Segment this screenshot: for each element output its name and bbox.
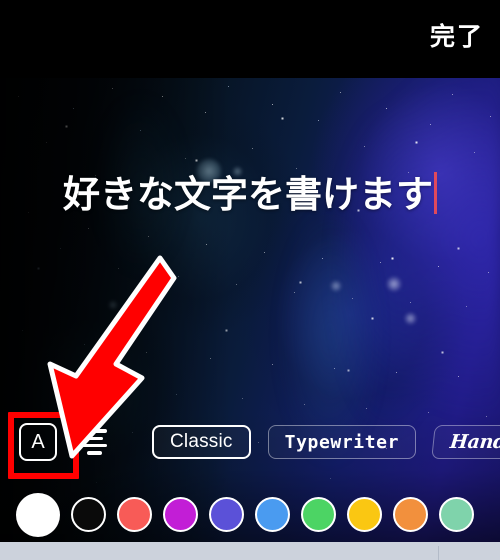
font-option-label: Handwrit xyxy=(448,431,500,453)
font-option-handwriting[interactable]: Handwrit xyxy=(431,425,500,459)
color-swatch-orange[interactable] xyxy=(393,497,428,532)
text-overlay-layer: 好きな文字を書けます xyxy=(0,172,500,216)
text-style-button[interactable]: A xyxy=(16,420,60,464)
text-toolbar: A Classic Typewriter Handwrit xyxy=(0,414,500,470)
bottom-edge-strip xyxy=(0,542,500,560)
done-button[interactable]: 完了 xyxy=(430,24,484,49)
font-option-label: Typewriter xyxy=(284,431,400,453)
bokeh-orb xyxy=(108,300,118,310)
text-align-button[interactable] xyxy=(74,420,114,464)
color-swatch-yellow[interactable] xyxy=(347,497,382,532)
bokeh-orb xyxy=(404,312,417,325)
color-swatch-green[interactable] xyxy=(301,497,336,532)
letter-a-icon: A xyxy=(19,423,57,461)
bokeh-orb xyxy=(330,280,342,292)
align-icon-line xyxy=(81,429,107,433)
color-swatch-black[interactable] xyxy=(71,497,106,532)
font-option-classic[interactable]: Classic xyxy=(152,425,251,459)
text-overlay-editor-screen: 好きな文字を書けます 完了 A Classic Typewriter Handw… xyxy=(0,0,500,560)
color-swatch-indigo[interactable] xyxy=(209,497,244,532)
color-swatch-mint[interactable] xyxy=(439,497,474,532)
color-swatch-white[interactable] xyxy=(16,492,60,537)
align-icon-line xyxy=(86,451,102,455)
font-option-label: Classic xyxy=(170,431,233,452)
overlay-text-value: 好きな文字を書けます xyxy=(63,173,433,216)
overlay-text-input[interactable]: 好きな文字を書けます xyxy=(63,172,437,216)
color-swatch-blue[interactable] xyxy=(255,497,290,532)
color-swatch-red[interactable] xyxy=(117,497,152,532)
bokeh-orb xyxy=(386,276,402,292)
letter-a-glyph: A xyxy=(31,431,45,453)
text-caret xyxy=(434,172,437,214)
align-icon-line xyxy=(81,444,107,448)
font-option-typewriter[interactable]: Typewriter xyxy=(267,425,417,459)
color-palette xyxy=(0,487,500,542)
align-icon-line xyxy=(85,436,103,440)
color-swatch-magenta[interactable] xyxy=(163,497,198,532)
bottom-edge-tick xyxy=(438,546,439,560)
top-status-bar: 完了 xyxy=(0,0,500,78)
